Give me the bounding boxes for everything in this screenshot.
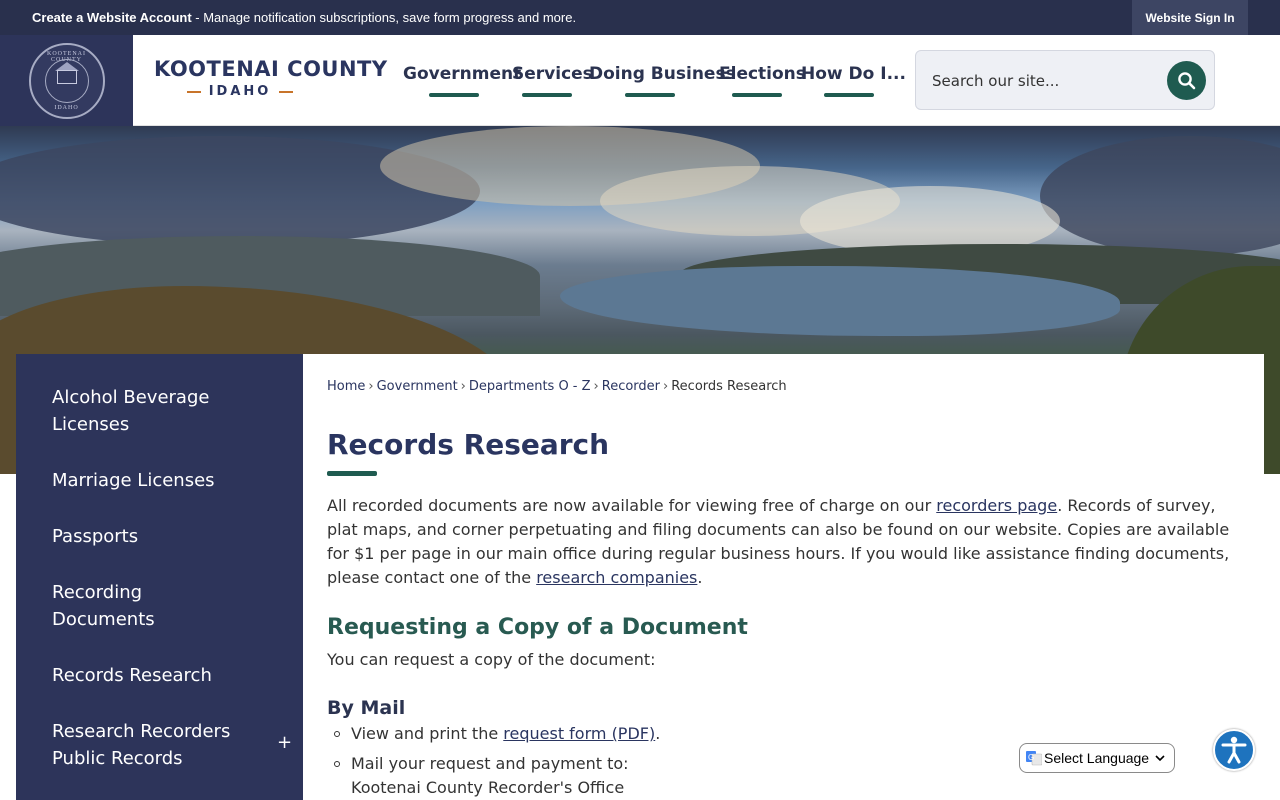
section-text: You can request a copy of the document: <box>327 650 656 669</box>
website-sign-in-button[interactable]: Website Sign In <box>1132 0 1248 35</box>
nav-how-do-i[interactable]: How Do I... <box>801 64 906 97</box>
breadcrumb-recorder[interactable]: Recorder <box>602 379 660 394</box>
logo-county-name: KOOTENAI COUNTY <box>154 57 388 81</box>
breadcrumb-separator: › <box>663 379 669 394</box>
top-bar: Create a Website Account - Manage notifi… <box>0 0 1280 35</box>
search-input[interactable] <box>932 69 1152 93</box>
hero-cloud <box>1040 136 1280 256</box>
bullet-icon <box>334 731 340 737</box>
sidebar-item-passports[interactable]: Passports <box>52 523 292 550</box>
logo-state-name: IDAHO <box>208 84 272 99</box>
breadcrumb-separator: › <box>593 379 599 394</box>
seal-text-bottom: IDAHO <box>54 104 79 111</box>
sidebar-item-records-research[interactable]: Records Research <box>52 662 292 689</box>
nav-how-do-i-label: How Do I... <box>801 64 906 84</box>
list-item-text: Mail your request and payment to: <box>351 754 629 773</box>
main-content: Home › Government › Departments O - Z › Record… <box>303 354 1264 800</box>
recorders-page-link[interactable]: recorders page <box>936 496 1057 515</box>
create-account-link[interactable]: Create a Website Account <box>32 10 192 25</box>
accessibility-button[interactable] <box>1213 729 1255 771</box>
breadcrumb: Home › Government › Departments O - Z › Record… <box>327 379 787 394</box>
google-translate-icon: G <box>1026 750 1043 766</box>
seal-building-shape <box>56 69 77 84</box>
research-companies-link[interactable]: research companies <box>536 568 697 587</box>
logo-dash-right <box>279 90 294 93</box>
breadcrumb-separator: › <box>368 379 374 394</box>
nav-services-label: Services <box>512 64 593 84</box>
breadcrumb-government[interactable]: Government <box>377 379 458 394</box>
list-item: View and print the request form (PDF). <box>334 722 661 746</box>
create-account-description: - Manage notification subscriptions, sav… <box>191 10 577 25</box>
chevron-down-icon <box>1155 755 1165 762</box>
search-button[interactable] <box>1167 61 1206 100</box>
bullet-icon <box>334 761 340 767</box>
nav-doing-business-label: Doing Business <box>589 64 736 84</box>
request-form-pdf-link[interactable]: request form (PDF) <box>503 724 655 743</box>
nav-underline <box>824 93 874 97</box>
page-title: Records Research <box>327 428 610 461</box>
list-item: Mail your request and payment to: Kooten… <box>334 752 629 800</box>
breadcrumb-home[interactable]: Home <box>327 379 365 394</box>
nav-government[interactable]: Government <box>403 64 522 97</box>
county-seal-icon: KOOTENAI COUNTY IDAHO <box>28 42 105 119</box>
create-account-message[interactable]: Create a Website Account - Manage notifi… <box>32 10 576 25</box>
nav-doing-business[interactable]: Doing Business <box>589 64 736 97</box>
sidebar-item-marriage-licenses[interactable]: Marriage Licenses <box>52 467 292 494</box>
intro-text: . <box>697 568 703 587</box>
accessibility-icon <box>1221 736 1247 764</box>
site-header: KOOTENAI COUNTY IDAHO KOOTENAI COUNTY ID… <box>0 35 1280 126</box>
nav-underline <box>732 93 782 97</box>
nav-underline <box>429 93 479 97</box>
search-icon <box>1178 72 1196 90</box>
list-item-text: . <box>655 724 661 743</box>
sidebar-item-recording-documents[interactable]: Recording Documents <box>52 579 222 633</box>
nav-elections-label: Elections <box>719 64 806 84</box>
intro-paragraph: All recorded documents are now available… <box>327 494 1242 590</box>
sidebar-navigation: Alcohol Beverage Licenses Marriage Licen… <box>16 354 303 800</box>
hero-lake <box>560 266 1120 336</box>
nav-elections[interactable]: Elections <box>719 64 806 97</box>
mailing-address-line: Kootenai County Recorder's Office <box>351 778 625 797</box>
svg-text:G: G <box>1028 753 1034 762</box>
by-mail-heading: By Mail <box>327 697 406 719</box>
nav-underline <box>625 93 675 97</box>
breadcrumb-current-page: Records Research <box>671 379 787 394</box>
breadcrumb-separator: › <box>460 379 466 394</box>
breadcrumb-departments[interactable]: Departments O - Z <box>469 379 591 394</box>
language-select[interactable]: G Select Language <box>1019 743 1175 773</box>
expand-submenu-button[interactable]: + <box>277 732 292 753</box>
list-item-text: View and print the <box>351 724 504 743</box>
site-search <box>915 50 1215 110</box>
county-seal-link[interactable]: KOOTENAI COUNTY IDAHO <box>0 35 133 126</box>
sidebar-item-research-recorders-public-records[interactable]: Research Recorders Public Records <box>52 718 252 772</box>
site-logo[interactable]: KOOTENAI COUNTY IDAHO <box>154 57 388 99</box>
nav-government-label: Government <box>403 64 522 84</box>
title-underline <box>327 471 377 476</box>
nav-underline <box>522 93 572 97</box>
intro-text: All recorded documents are now available… <box>327 496 937 515</box>
section-heading-requesting-copy: Requesting a Copy of a Document <box>327 615 748 640</box>
language-select-label: Select Language <box>1044 750 1150 766</box>
nav-services[interactable]: Services <box>512 64 593 97</box>
logo-dash-left <box>186 90 201 93</box>
logo-state-row: IDAHO <box>154 84 326 99</box>
sidebar-item-alcohol-beverage-licenses[interactable]: Alcohol Beverage Licenses <box>52 384 292 438</box>
